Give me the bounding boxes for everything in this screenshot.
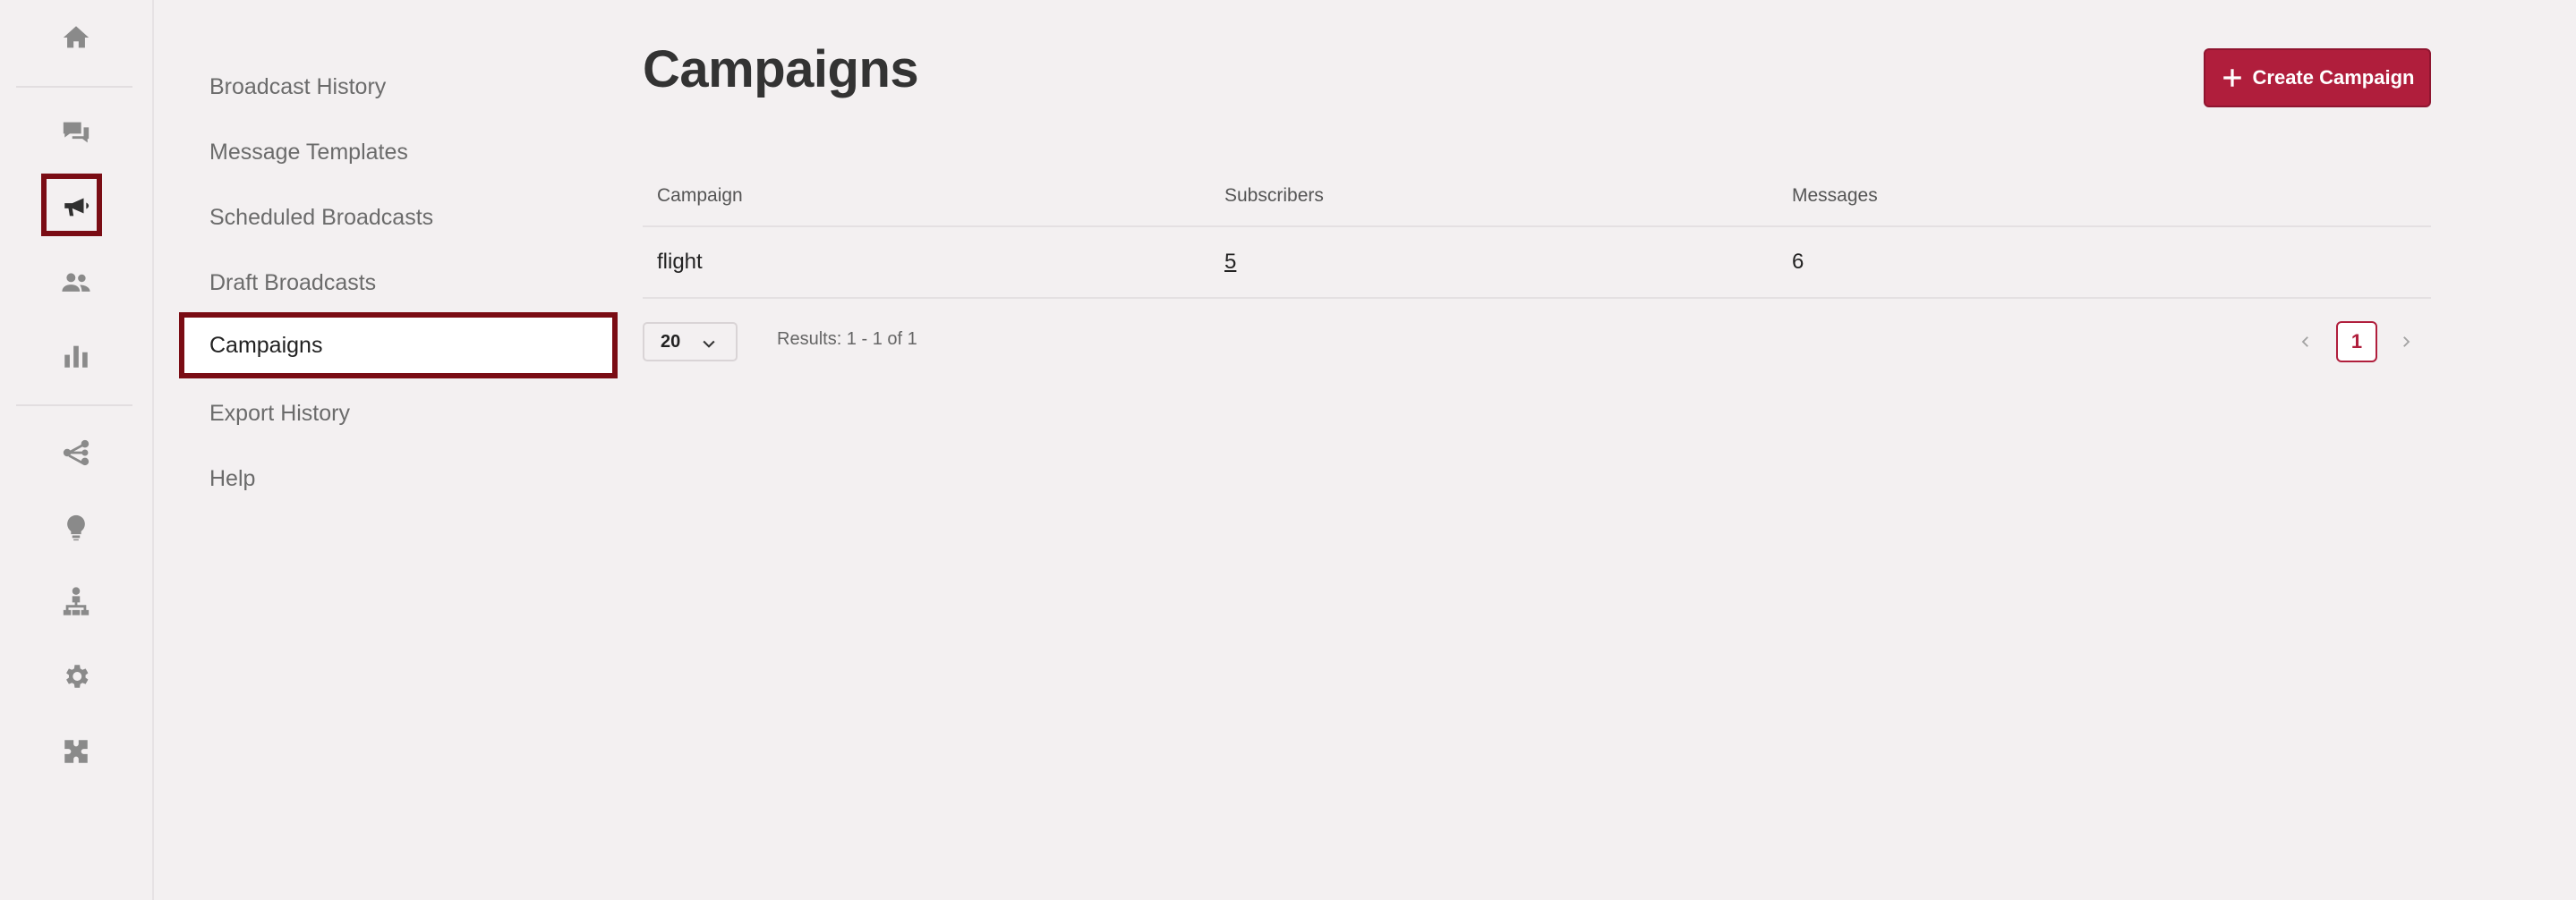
bar-chart-icon[interactable] xyxy=(58,338,94,374)
icon-rail xyxy=(0,0,154,900)
table-header-row: Campaign Subscribers Messages xyxy=(643,166,2431,227)
subnav-item-campaigns[interactable]: Campaigns xyxy=(179,312,618,378)
previous-page-button[interactable] xyxy=(2290,326,2322,358)
sitemap-icon[interactable] xyxy=(58,583,94,619)
puzzle-icon[interactable] xyxy=(58,734,94,769)
subnav-item-label: Broadcast History xyxy=(209,73,387,99)
page-size-select[interactable]: 20 xyxy=(643,322,738,361)
gear-icon[interactable] xyxy=(58,658,94,694)
subnav-item-label: Scheduled Broadcasts xyxy=(209,204,434,230)
table-row[interactable]: flight 5 6 xyxy=(643,227,2431,299)
subnav-item-help[interactable]: Help xyxy=(179,446,618,512)
page-size-value: 20 xyxy=(661,331,681,352)
next-page-button[interactable] xyxy=(2390,326,2422,358)
megaphone-icon[interactable] xyxy=(58,188,94,224)
home-icon[interactable] xyxy=(58,20,94,55)
subnav-item-message-templates[interactable]: Message Templates xyxy=(179,119,618,185)
plus-icon xyxy=(2222,69,2241,87)
subnav-item-draft-broadcasts[interactable]: Draft Broadcasts xyxy=(179,250,618,316)
campaigns-table: Campaign Subscribers Messages flight 5 6 xyxy=(643,166,2431,299)
create-campaign-label: Create Campaign xyxy=(2252,66,2415,89)
chat-icon[interactable] xyxy=(58,115,94,150)
subnav-item-export-history[interactable]: Export History xyxy=(179,380,618,446)
column-header-subscribers[interactable]: Subscribers xyxy=(1224,166,1324,225)
rail-divider xyxy=(16,86,132,88)
subscribers-link[interactable]: 5 xyxy=(1224,250,1236,275)
subnav-item-broadcast-history[interactable]: Broadcast History xyxy=(179,54,618,120)
subscribers-cell: 5 xyxy=(1224,227,1236,297)
subnav-item-label: Message Templates xyxy=(209,139,408,165)
column-header-campaign[interactable]: Campaign xyxy=(657,166,743,225)
share-nodes-icon[interactable] xyxy=(58,435,94,471)
lightbulb-icon[interactable] xyxy=(58,510,94,546)
subnav-item-label: Help xyxy=(209,465,256,491)
page-title: Campaigns xyxy=(643,40,919,98)
chevron-right-icon xyxy=(2403,336,2410,347)
column-header-messages[interactable]: Messages xyxy=(1792,166,1878,225)
messages-cell: 6 xyxy=(1792,250,1804,274)
current-page-button[interactable]: 1 xyxy=(2336,321,2377,362)
subnav-item-scheduled-broadcasts[interactable]: Scheduled Broadcasts xyxy=(179,184,618,250)
create-campaign-button[interactable]: Create Campaign xyxy=(2204,48,2431,107)
results-count: Results: 1 - 1 of 1 xyxy=(777,329,917,349)
subnav-item-label: Export History xyxy=(209,400,350,426)
rail-divider xyxy=(16,404,132,406)
subnav-item-label: Draft Broadcasts xyxy=(209,269,377,295)
chevron-left-icon xyxy=(2301,336,2308,347)
chevron-down-icon xyxy=(703,340,715,348)
campaign-name-cell[interactable]: flight xyxy=(657,227,703,297)
subnav-item-label: Campaigns xyxy=(209,332,323,358)
users-icon[interactable] xyxy=(58,265,94,301)
